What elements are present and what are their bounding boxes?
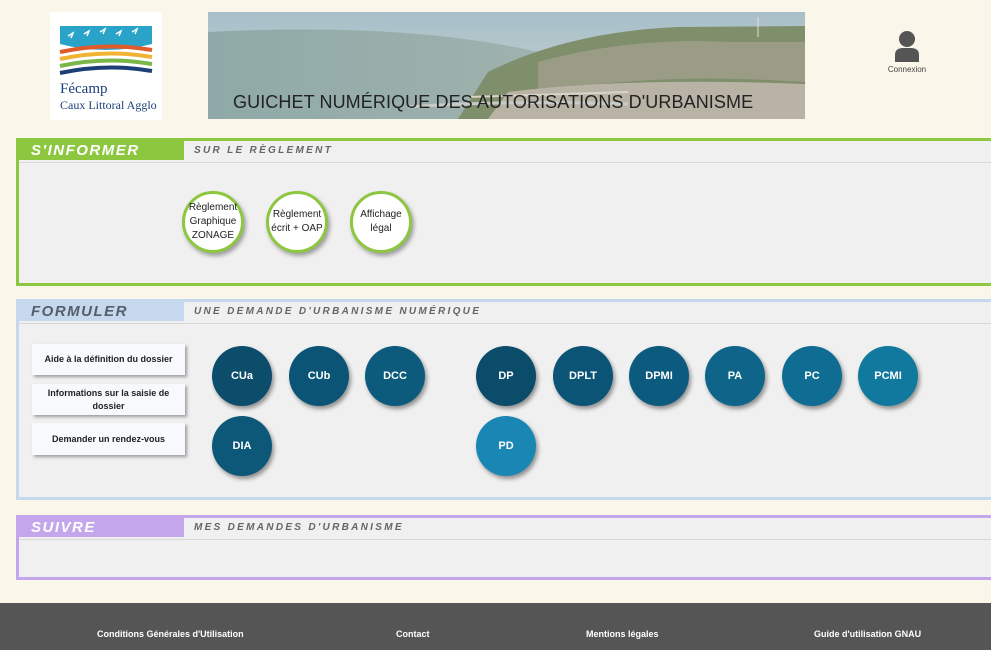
cub-button[interactable]: CUb (289, 346, 349, 406)
login-button[interactable]: Connexion (872, 30, 942, 74)
dpmi-button[interactable]: DPMI (629, 346, 689, 406)
affichage-legal-line2: légal (370, 223, 392, 234)
logo-subtitle: Caux Littoral Agglo (60, 98, 157, 112)
dplt-button[interactable]: DPLT (553, 346, 613, 406)
footer: Conditions Générales d'Utilisation Conta… (0, 603, 991, 650)
pcmi-label: PCMI (874, 370, 902, 382)
formuler-tag: FORMULER (19, 302, 184, 321)
login-label: Connexion (887, 65, 927, 74)
demander-rendez-vous-button[interactable]: Demander un rendez-vous (32, 423, 185, 455)
affichage-legal-button[interactable]: Affichage légal (350, 191, 412, 253)
dia-label: DIA (232, 440, 252, 452)
formuler-section: FORMULER UNE DEMANDE D'URBANISME NUMÉRIQ… (16, 299, 991, 500)
footer-link-cgu[interactable]: Conditions Générales d'Utilisation (97, 629, 244, 639)
informations-saisie-button[interactable]: Informations sur la saisie de dossier (32, 384, 185, 415)
waves-logo-icon (59, 26, 153, 75)
pd-button[interactable]: PD (476, 416, 536, 476)
dp-button[interactable]: DP (476, 346, 536, 406)
affichage-legal-line1: Affichage (360, 209, 402, 220)
dia-button[interactable]: DIA (212, 416, 272, 476)
logo-name: Fécamp (60, 81, 108, 97)
informer-section: S'INFORMER SUR LE RÈGLEMENT Règlement Gr… (16, 138, 991, 286)
page-title: GUICHET NUMÉRIQUE DES AUTORISATIONS D'UR… (233, 92, 754, 112)
fecamp-logo[interactable]: Fécamp Caux Littoral Agglo (50, 12, 162, 120)
reglement-ecrit-button[interactable]: Règlement écrit + OAP (266, 191, 328, 253)
aide-definition-button[interactable]: Aide à la définition du dossier (32, 344, 185, 375)
reglement-graphique-line2: Graphique (189, 216, 237, 227)
suivre-tag: SUIVRE (19, 518, 184, 537)
user-icon (895, 31, 919, 62)
cub-label: CUb (307, 370, 331, 382)
pd-label: PD (498, 440, 514, 452)
footer-link-guide[interactable]: Guide d'utilisation GNAU (814, 629, 921, 639)
footer-link-contact[interactable]: Contact (396, 629, 430, 639)
formuler-subtitle: UNE DEMANDE D'URBANISME NUMÉRIQUE (194, 306, 482, 317)
dp-label: DP (498, 370, 514, 382)
informer-header: S'INFORMER SUR LE RÈGLEMENT (19, 141, 991, 163)
suivre-section: SUIVRE MES DEMANDES D'URBANISME (16, 515, 991, 580)
formuler-header: FORMULER UNE DEMANDE D'URBANISME NUMÉRIQ… (19, 302, 991, 324)
pc-label: PC (804, 370, 820, 382)
dplt-label: DPLT (569, 370, 597, 382)
reglement-ecrit-line2: écrit + OAP (271, 223, 323, 234)
pcmi-button[interactable]: PCMI (858, 346, 918, 406)
dcc-label: DCC (383, 370, 407, 382)
cua-label: CUa (230, 370, 253, 382)
dpmi-label: DPMI (645, 370, 673, 382)
reglement-graphique-line3: ZONAGE (191, 230, 235, 241)
suivre-header: SUIVRE MES DEMANDES D'URBANISME (19, 518, 991, 540)
footer-link-mentions-legales[interactable]: Mentions légales (586, 629, 659, 639)
pa-button[interactable]: PA (705, 346, 765, 406)
reglement-ecrit-line1: Règlement (272, 209, 322, 220)
suivre-subtitle: MES DEMANDES D'URBANISME (194, 522, 404, 533)
informer-subtitle: SUR LE RÈGLEMENT (194, 145, 334, 156)
reglement-graphique-button[interactable]: Règlement Graphique ZONAGE (182, 191, 244, 253)
pa-label: PA (727, 370, 743, 382)
cua-button[interactable]: CUa (212, 346, 272, 406)
informer-tag: S'INFORMER (19, 141, 184, 160)
header-banner: GUICHET NUMÉRIQUE DES AUTORISATIONS D'UR… (208, 12, 805, 119)
reglement-graphique-line1: Règlement (188, 202, 238, 213)
pc-button[interactable]: PC (782, 346, 842, 406)
dcc-button[interactable]: DCC (365, 346, 425, 406)
